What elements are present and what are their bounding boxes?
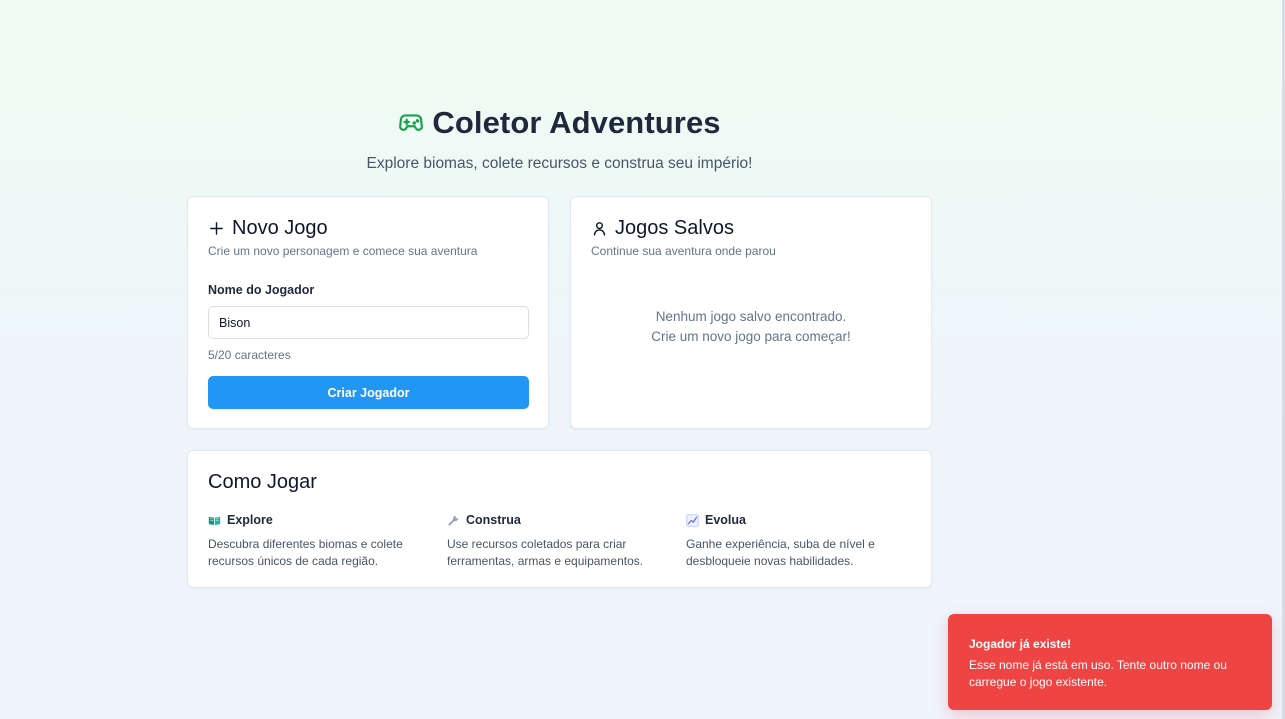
new-game-description: Crie um novo personagem e comece sua ave… [208,244,478,258]
create-player-button[interactable]: Criar Jogador [208,376,529,409]
saved-games-description: Continue sua aventura onde parou [591,244,776,258]
char-count: 5/20 caracteres [208,348,291,362]
book-icon [208,516,221,525]
error-toast[interactable]: Jogador já existe! Esse nome já está em … [948,614,1272,710]
player-name-input[interactable] [208,306,529,339]
chart-up-icon [686,513,699,527]
wrench-icon [448,515,459,526]
saved-games-title: Jogos Salvos [615,217,734,239]
page-subtitle: Explore biomas, colete recursos e constr… [366,155,753,172]
gamepad-icon [399,114,424,131]
tip-evolve-title: Evolua [705,513,746,527]
tip-evolve-head: Evolua [686,513,901,527]
user-icon [593,222,606,236]
saved-games-title-row: Jogos Salvos [591,217,734,240]
tip-explore-head: Explore [208,513,423,527]
plus-icon [210,222,223,235]
toast-message: Esse nome já está em uso. Tente outro no… [969,658,1227,689]
how-to-play-card: Como Jogar Explore Descubra diferentes b… [187,450,932,588]
tip-build-text: Use recursos coletados para criar ferram… [447,537,644,568]
how-to-play-title: Como Jogar [208,471,317,493]
tip-explore-title: Explore [227,513,273,527]
saved-games-card: Jogos Salvos Continue sua aventura onde … [570,196,932,429]
page-title: Coletor Adventures [432,105,721,140]
tip-build: Construa Use recursos coletados para cri… [447,513,662,570]
toast-title: Jogador já existe! [969,637,1072,651]
tip-evolve-text: Ganhe experiência, suba de nível e desbl… [686,537,875,568]
empty-state-line-1: Nenhum jogo salvo encontrado. [655,309,847,324]
tip-evolve: Evolua Ganhe experiência, suba de nível … [686,513,901,570]
new-game-title: Novo Jogo [232,217,328,239]
tip-explore-text: Descubra diferentes biomas e colete recu… [208,537,403,568]
empty-state-line-2: Crie um novo jogo para começar! [651,329,851,344]
empty-state-message: Nenhum jogo salvo encontrado. Crie um no… [571,307,931,347]
page-header: Coletor Adventures Explore biomas, colet… [187,104,932,173]
tip-build-title: Construa [466,513,521,527]
title-row: Coletor Adventures [187,104,932,142]
new-game-title-row: Novo Jogo [208,217,328,240]
player-name-label: Nome do Jogador [208,283,315,297]
tip-explore: Explore Descubra diferentes biomas e col… [208,513,423,570]
new-game-card: Novo Jogo Crie um novo personagem e come… [187,196,549,429]
tip-build-head: Construa [447,513,662,527]
